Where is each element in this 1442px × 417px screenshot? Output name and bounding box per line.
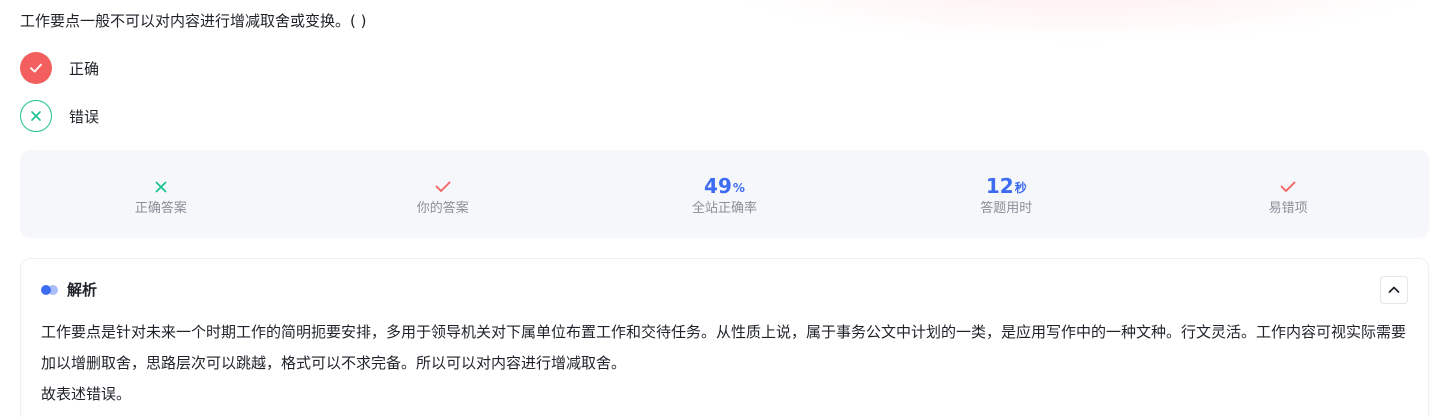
stat-error-prone-label: 易错项 — [1268, 200, 1308, 216]
stat-error-prone: 易错项 — [1147, 150, 1429, 238]
analysis-body: 工作要点是针对未来一个时期工作的简明扼要安排，多用于领导机关对下属单位布置工作和… — [41, 317, 1407, 410]
option-false[interactable]: 错误 — [20, 100, 99, 132]
check-icon — [435, 181, 451, 192]
cross-icon — [31, 111, 41, 121]
option-true[interactable]: 正确 — [20, 52, 99, 84]
collapse-button[interactable] — [1380, 276, 1408, 304]
analysis-paragraph: 工作要点是针对未来一个时期工作的简明扼要安排，多用于领导机关对下属单位布置工作和… — [41, 323, 1407, 372]
stat-correct-answer-label: 正确答案 — [134, 200, 187, 216]
analysis-header: 解析 — [41, 279, 97, 300]
cross-icon — [155, 181, 167, 192]
analysis-conclusion: 故表述错误。 — [41, 385, 132, 403]
stat-accuracy-unit: % — [732, 180, 745, 195]
check-icon — [30, 63, 42, 73]
option-false-label: 错误 — [69, 107, 100, 126]
stat-accuracy-label: 全站正确率 — [691, 200, 757, 216]
stat-time-label: 答题用时 — [980, 200, 1033, 216]
analysis-dots-icon — [41, 284, 59, 295]
stat-accuracy: 49 % 全站正确率 — [584, 150, 866, 238]
stat-your-answer-label: 你的答案 — [416, 200, 469, 216]
stat-time-value: 12 — [985, 173, 1014, 198]
stat-your-answer: 你的答案 — [302, 150, 584, 238]
question-text: 工作要点一般不可以对内容进行增减取舍或变换。( ) — [20, 12, 367, 30]
analysis-title: 解析 — [67, 281, 98, 299]
analysis-panel: 解析 工作要点是针对未来一个时期工作的简明扼要安排，多用于领导机关对下属单位布置… — [20, 258, 1429, 417]
stat-accuracy-value: 49 — [704, 173, 732, 198]
option-true-label: 正确 — [69, 59, 100, 78]
answer-stats-panel: 正确答案 你的答案 49 % 全站正确率 12 秒 答题用时 易错项 — [20, 150, 1429, 238]
stat-time-used: 12 秒 答题用时 — [865, 150, 1147, 238]
option-false-marker — [20, 100, 52, 132]
chevron-up-icon — [1388, 286, 1400, 293]
check-icon — [1280, 181, 1296, 192]
stat-time-unit: 秒 — [1014, 180, 1027, 195]
stat-correct-answer: 正确答案 — [20, 150, 302, 238]
option-true-marker — [20, 52, 52, 84]
